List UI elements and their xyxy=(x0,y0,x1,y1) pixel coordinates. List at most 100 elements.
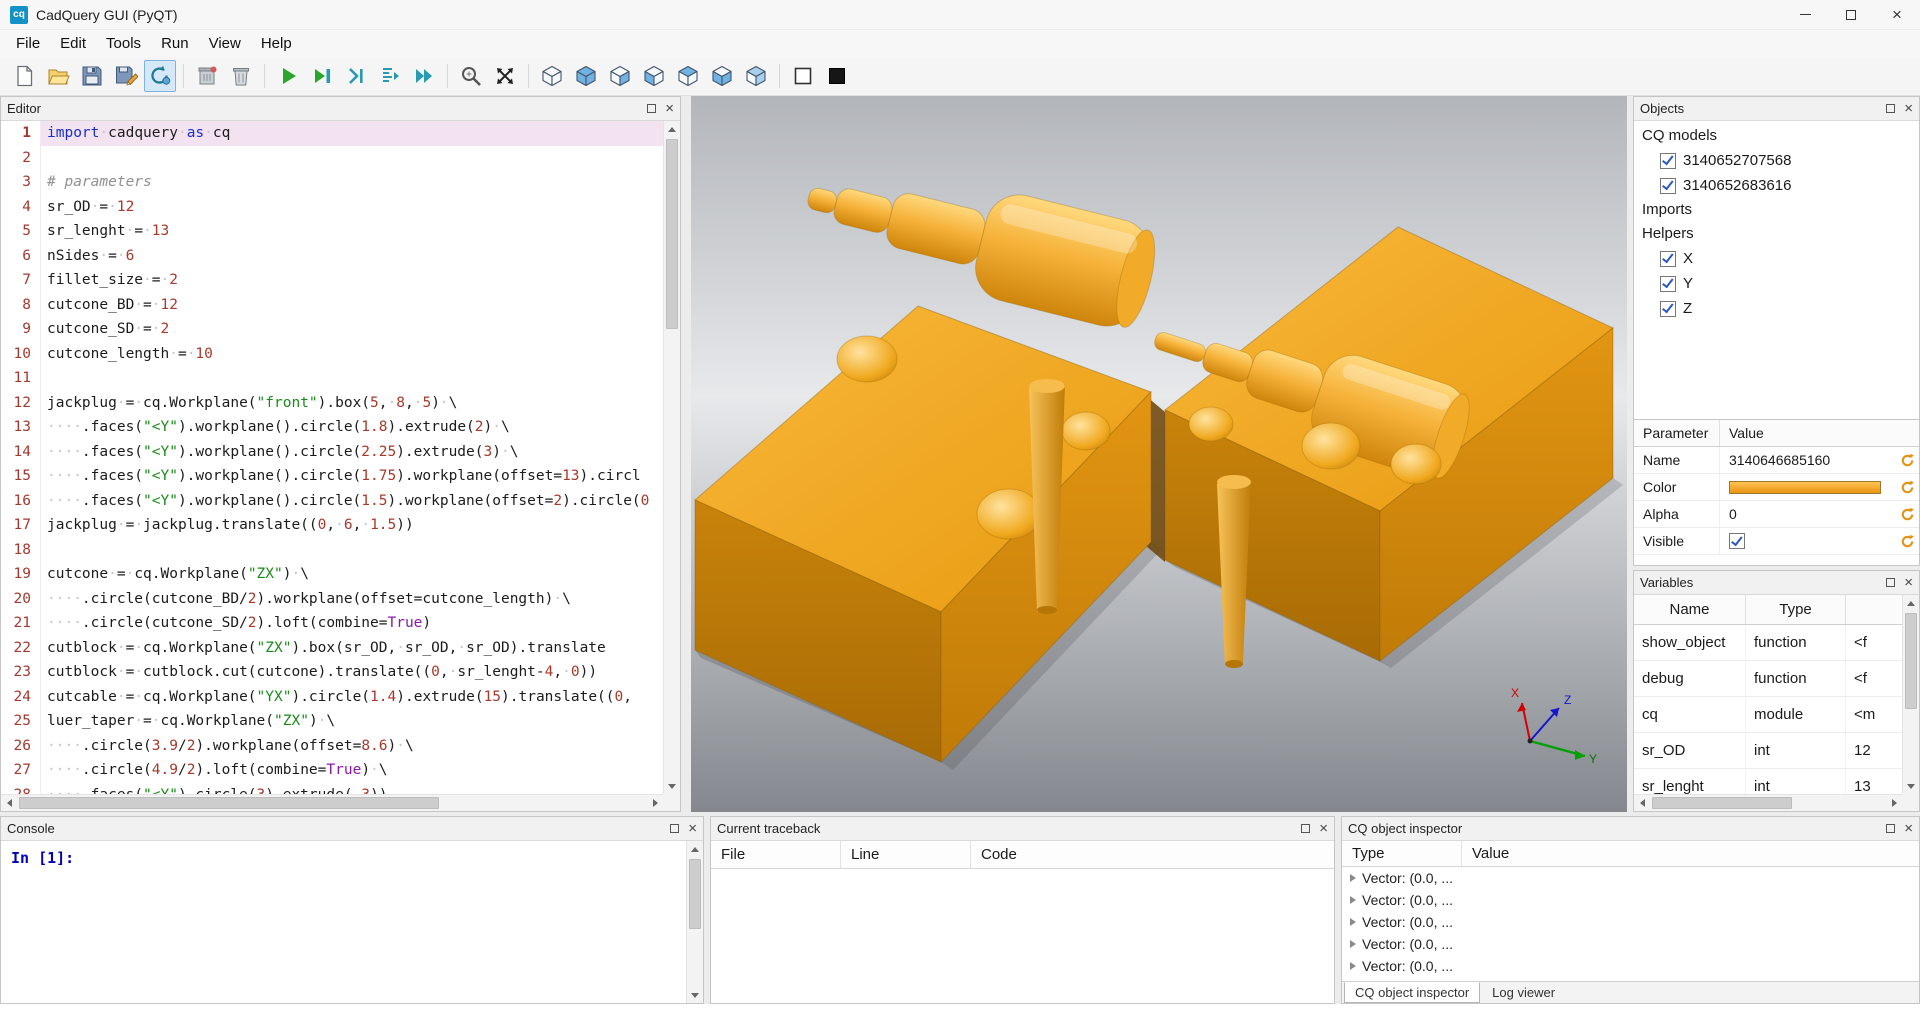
view-iso-button[interactable] xyxy=(536,60,568,92)
open-script-button[interactable] xyxy=(42,60,74,92)
variable-row[interactable]: cqmodule<m xyxy=(1634,697,1902,733)
code-column-header[interactable]: Code xyxy=(971,841,1334,868)
line-column-header[interactable]: Line xyxy=(841,841,971,868)
inspector-row[interactable]: Vector: (0.0, ... xyxy=(1342,867,1919,889)
scroll-up-icon[interactable] xyxy=(687,841,703,857)
inspector-row[interactable]: Vector: (0.0, ... xyxy=(1342,911,1919,933)
checkbox[interactable] xyxy=(1660,276,1676,292)
reset-value-icon[interactable] xyxy=(1895,501,1919,527)
editor-horizontal-scrollbar[interactable] xyxy=(1,794,663,811)
variable-row[interactable]: show_objectfunction<f xyxy=(1634,625,1902,661)
code-line[interactable]: 24cutcable·=·cq.Workplane("YX").circle(1… xyxy=(1,685,663,710)
code-line[interactable]: 14····.faces("<Y").workplane().circle(2.… xyxy=(1,440,663,465)
tree-item[interactable]: 3140652707568 xyxy=(1634,148,1919,173)
menu-item-file[interactable]: File xyxy=(6,32,50,55)
inspector-row[interactable]: Vector: (0.0, ... xyxy=(1342,889,1919,911)
menu-item-run[interactable]: Run xyxy=(151,32,199,55)
variable-row[interactable]: debugfunction<f xyxy=(1634,661,1902,697)
delete-model-button[interactable] xyxy=(225,60,257,92)
code-line[interactable]: 3# parameters xyxy=(1,170,663,195)
new-script-button[interactable] xyxy=(8,60,40,92)
code-line[interactable]: 17jackplug·=·jackplug.translate((0,·6,·1… xyxy=(1,513,663,538)
maximize-button[interactable] xyxy=(1828,0,1874,29)
property-row[interactable]: Visible xyxy=(1634,528,1919,555)
value-column-header[interactable] xyxy=(1846,595,1902,624)
expand-chevron-icon[interactable] xyxy=(1350,962,1356,970)
close-panel-icon[interactable] xyxy=(665,101,674,116)
view-right-button[interactable] xyxy=(604,60,636,92)
inspector-row[interactable]: Vector: (0.0, ... xyxy=(1342,933,1919,955)
expand-chevron-icon[interactable] xyxy=(1350,940,1356,948)
code-line[interactable]: 28····.faces("<Y").circle(3).extrude(-3)… xyxy=(1,783,663,795)
property-row[interactable]: Alpha0 xyxy=(1634,501,1919,528)
scroll-right-icon[interactable] xyxy=(1886,795,1902,811)
parameter-column-header[interactable]: Parameter xyxy=(1634,420,1720,446)
float-panel-icon[interactable] xyxy=(1886,104,1895,113)
code-line[interactable]: 22cutblock·=·cq.Workplane("ZX").box(sr_O… xyxy=(1,636,663,661)
close-button[interactable]: × xyxy=(1874,0,1920,29)
code-line[interactable]: 11 xyxy=(1,366,663,391)
float-panel-icon[interactable] xyxy=(647,104,656,113)
view-bottom-button[interactable] xyxy=(706,60,738,92)
console-vertical-scrollbar[interactable] xyxy=(686,841,703,1003)
clear-model-button[interactable] xyxy=(191,60,223,92)
file-column-header[interactable]: File xyxy=(711,841,841,868)
scroll-up-icon[interactable] xyxy=(1903,595,1919,611)
tab-cq-object-inspector[interactable]: CQ object inspector xyxy=(1344,982,1480,1003)
display-shaded-button[interactable] xyxy=(821,60,853,92)
code-line[interactable]: 19cutcone·=·cq.Workplane("ZX")·\ xyxy=(1,562,663,587)
code-line[interactable]: 20····.circle(cutcone_BD/2).workplane(of… xyxy=(1,587,663,612)
fit-view-button[interactable] xyxy=(489,60,521,92)
code-line[interactable]: 7fillet_size·=·2 xyxy=(1,268,663,293)
expand-chevron-icon[interactable] xyxy=(1350,896,1356,904)
menu-item-help[interactable]: Help xyxy=(251,32,302,55)
code-line[interactable]: 5sr_lenght·=·13 xyxy=(1,219,663,244)
code-line[interactable]: 6nSides·=·6 xyxy=(1,244,663,269)
view-top-button[interactable] xyxy=(570,60,602,92)
property-row[interactable]: Color xyxy=(1634,474,1919,501)
scrollbar-thumb[interactable] xyxy=(1905,613,1917,709)
expand-chevron-icon[interactable] xyxy=(1350,918,1356,926)
code-line[interactable]: 8cutcone_BD·=·12 xyxy=(1,293,663,318)
step-button[interactable] xyxy=(340,60,372,92)
checkbox[interactable] xyxy=(1660,301,1676,317)
variable-row[interactable]: sr_lenghtint13 xyxy=(1634,769,1902,794)
code-line[interactable]: 2 xyxy=(1,146,663,171)
scrollbar-thumb[interactable] xyxy=(19,797,439,809)
render-button[interactable] xyxy=(272,60,304,92)
float-panel-icon[interactable] xyxy=(1886,578,1895,587)
value-column-header[interactable]: Value xyxy=(1720,420,1764,446)
code-line[interactable]: 21····.circle(cutcone_SD/2).loft(combine… xyxy=(1,611,663,636)
tree-item[interactable]: 3140652683616 xyxy=(1634,173,1919,198)
reset-value-icon[interactable] xyxy=(1895,447,1919,473)
code-line[interactable]: 9cutcone_SD·=·2 xyxy=(1,317,663,342)
close-panel-icon[interactable] xyxy=(688,821,697,836)
tree-item[interactable]: Y xyxy=(1634,271,1919,296)
menu-item-view[interactable]: View xyxy=(199,32,251,55)
view-back-button[interactable] xyxy=(740,60,772,92)
code-line[interactable]: 27····.circle(4.9/2).loft(combine=True)·… xyxy=(1,758,663,783)
code-line[interactable]: 4sr_OD·=·12 xyxy=(1,195,663,220)
tree-section-helpers[interactable]: Helpers xyxy=(1634,222,1919,246)
scroll-left-icon[interactable] xyxy=(1634,795,1650,811)
reset-value-icon[interactable] xyxy=(1895,528,1919,554)
debug-button[interactable] xyxy=(306,60,338,92)
checkbox[interactable] xyxy=(1660,251,1676,267)
code-line[interactable]: 23cutblock·=·cutblock.cut(cutcone).trans… xyxy=(1,660,663,685)
code-line[interactable]: 13····.faces("<Y").workplane().circle(1.… xyxy=(1,415,663,440)
code-line[interactable]: 1import·cadquery·as·cq xyxy=(1,121,663,146)
type-column-header[interactable]: Type xyxy=(1342,841,1462,866)
close-panel-icon[interactable] xyxy=(1319,821,1328,836)
code-line[interactable]: 16····.faces("<Y").workplane().circle(1.… xyxy=(1,489,663,514)
tree-item[interactable]: X xyxy=(1634,246,1919,271)
variable-row[interactable]: sr_ODint12 xyxy=(1634,733,1902,769)
value-column-header[interactable]: Value xyxy=(1462,841,1919,866)
editor-vertical-scrollbar[interactable] xyxy=(663,121,680,794)
menu-item-tools[interactable]: Tools xyxy=(96,32,151,55)
tree-section-cq-models[interactable]: CQ models xyxy=(1634,124,1919,148)
color-swatch[interactable] xyxy=(1729,481,1881,494)
type-column-header[interactable]: Type xyxy=(1746,595,1846,624)
scroll-left-icon[interactable] xyxy=(1,795,17,811)
view-left-button[interactable] xyxy=(638,60,670,92)
display-wireframe-button[interactable] xyxy=(787,60,819,92)
